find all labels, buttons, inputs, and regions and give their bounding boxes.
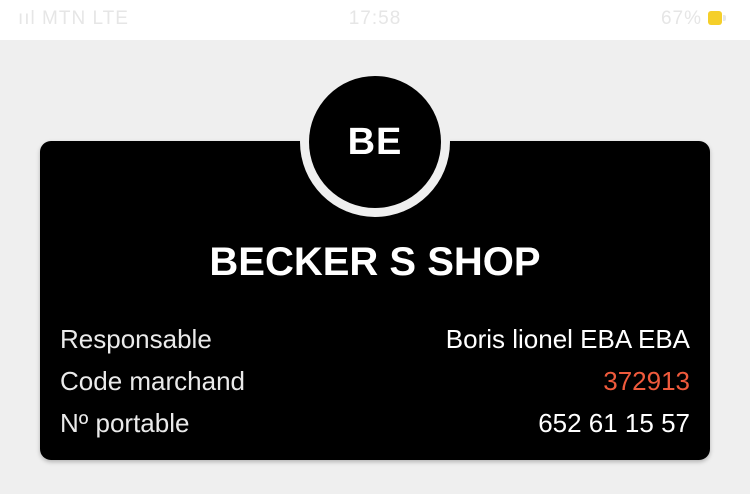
status-bar: ııl MTN LTE 17:58 67% (0, 0, 750, 40)
info-row-responsable: Responsable Boris lionel EBA EBA (60, 324, 690, 358)
responsable-label: Responsable (60, 324, 212, 354)
code-marchand-label: Code marchand (60, 366, 245, 396)
info-row-code-marchand: Code marchand 372913 (60, 366, 690, 400)
avatar: BE (309, 76, 441, 208)
portable-label: Nº portable (60, 408, 190, 438)
info-row-portable: Nº portable 652 61 15 57 (60, 408, 690, 442)
code-marchand-value: 372913 (603, 366, 690, 396)
status-time: 17:58 (348, 8, 402, 29)
portable-value: 652 61 15 57 (538, 408, 690, 438)
battery-cap (723, 15, 726, 21)
battery-icon (708, 11, 722, 25)
shop-name: BECKER S SHOP (209, 240, 541, 284)
battery-percent: 67% (660, 8, 702, 29)
responsable-value: Boris lionel EBA EBA (445, 324, 690, 354)
